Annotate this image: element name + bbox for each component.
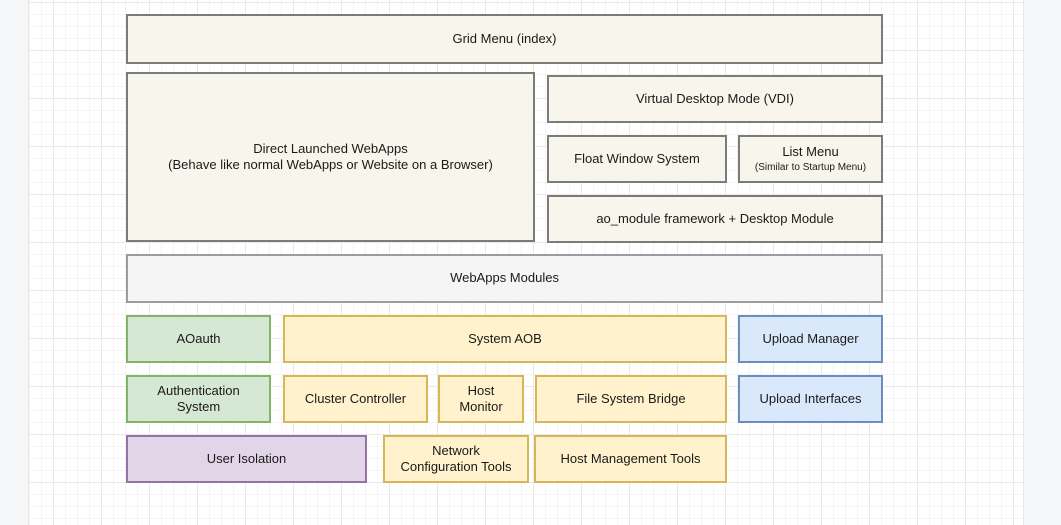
box-network-configuration-tools-label: Network Configuration Tools [395, 443, 517, 476]
box-network-configuration-tools: Network Configuration Tools [383, 435, 529, 483]
box-cluster-controller: Cluster Controller [283, 375, 428, 423]
box-host-monitor-label: Host Monitor [450, 383, 512, 416]
diagram-canvas: Grid Menu (index) Direct Launched WebApp… [0, 0, 1061, 525]
box-aoauth: AOauth [126, 315, 271, 363]
box-host-management-tools-label: Host Management Tools [561, 451, 701, 467]
box-authentication-system-label: Authentication System [138, 383, 259, 416]
box-float-window-system-label: Float Window System [574, 151, 700, 167]
box-list-menu: List Menu (Similar to Startup Menu) [738, 135, 883, 183]
box-direct-launched-webapps-label: Direct Launched WebApps [253, 141, 407, 157]
box-authentication-system: Authentication System [126, 375, 271, 423]
box-virtual-desktop-mode-label: Virtual Desktop Mode (VDI) [636, 91, 794, 107]
box-ao-module-framework: ao_module framework + Desktop Module [547, 195, 883, 243]
box-ao-module-framework-label: ao_module framework + Desktop Module [596, 211, 833, 227]
box-webapps-modules: WebApps Modules [126, 254, 883, 303]
box-webapps-modules-label: WebApps Modules [450, 270, 559, 286]
box-upload-interfaces: Upload Interfaces [738, 375, 883, 423]
box-direct-launched-webapps: Direct Launched WebApps (Behave like nor… [126, 72, 535, 242]
box-grid-menu-label: Grid Menu (index) [452, 31, 556, 47]
box-system-aob-label: System AOB [468, 331, 542, 347]
box-host-monitor: Host Monitor [438, 375, 524, 423]
box-host-management-tools: Host Management Tools [534, 435, 727, 483]
box-file-system-bridge-label: File System Bridge [576, 391, 685, 407]
box-direct-launched-webapps-sublabel: (Behave like normal WebApps or Website o… [168, 157, 493, 173]
box-cluster-controller-label: Cluster Controller [305, 391, 406, 407]
box-grid-menu: Grid Menu (index) [126, 14, 883, 64]
box-upload-manager-label: Upload Manager [762, 331, 858, 347]
box-aoauth-label: AOauth [176, 331, 220, 347]
box-user-isolation-label: User Isolation [207, 451, 286, 467]
box-list-menu-sublabel: (Similar to Startup Menu) [755, 161, 866, 174]
canvas-left-margin [0, 0, 29, 525]
box-virtual-desktop-mode: Virtual Desktop Mode (VDI) [547, 75, 883, 123]
canvas-right-margin [1023, 0, 1061, 525]
box-user-isolation: User Isolation [126, 435, 367, 483]
box-upload-interfaces-label: Upload Interfaces [760, 391, 862, 407]
box-system-aob: System AOB [283, 315, 727, 363]
box-file-system-bridge: File System Bridge [535, 375, 727, 423]
box-upload-manager: Upload Manager [738, 315, 883, 363]
box-float-window-system: Float Window System [547, 135, 727, 183]
box-list-menu-label: List Menu [782, 144, 838, 160]
